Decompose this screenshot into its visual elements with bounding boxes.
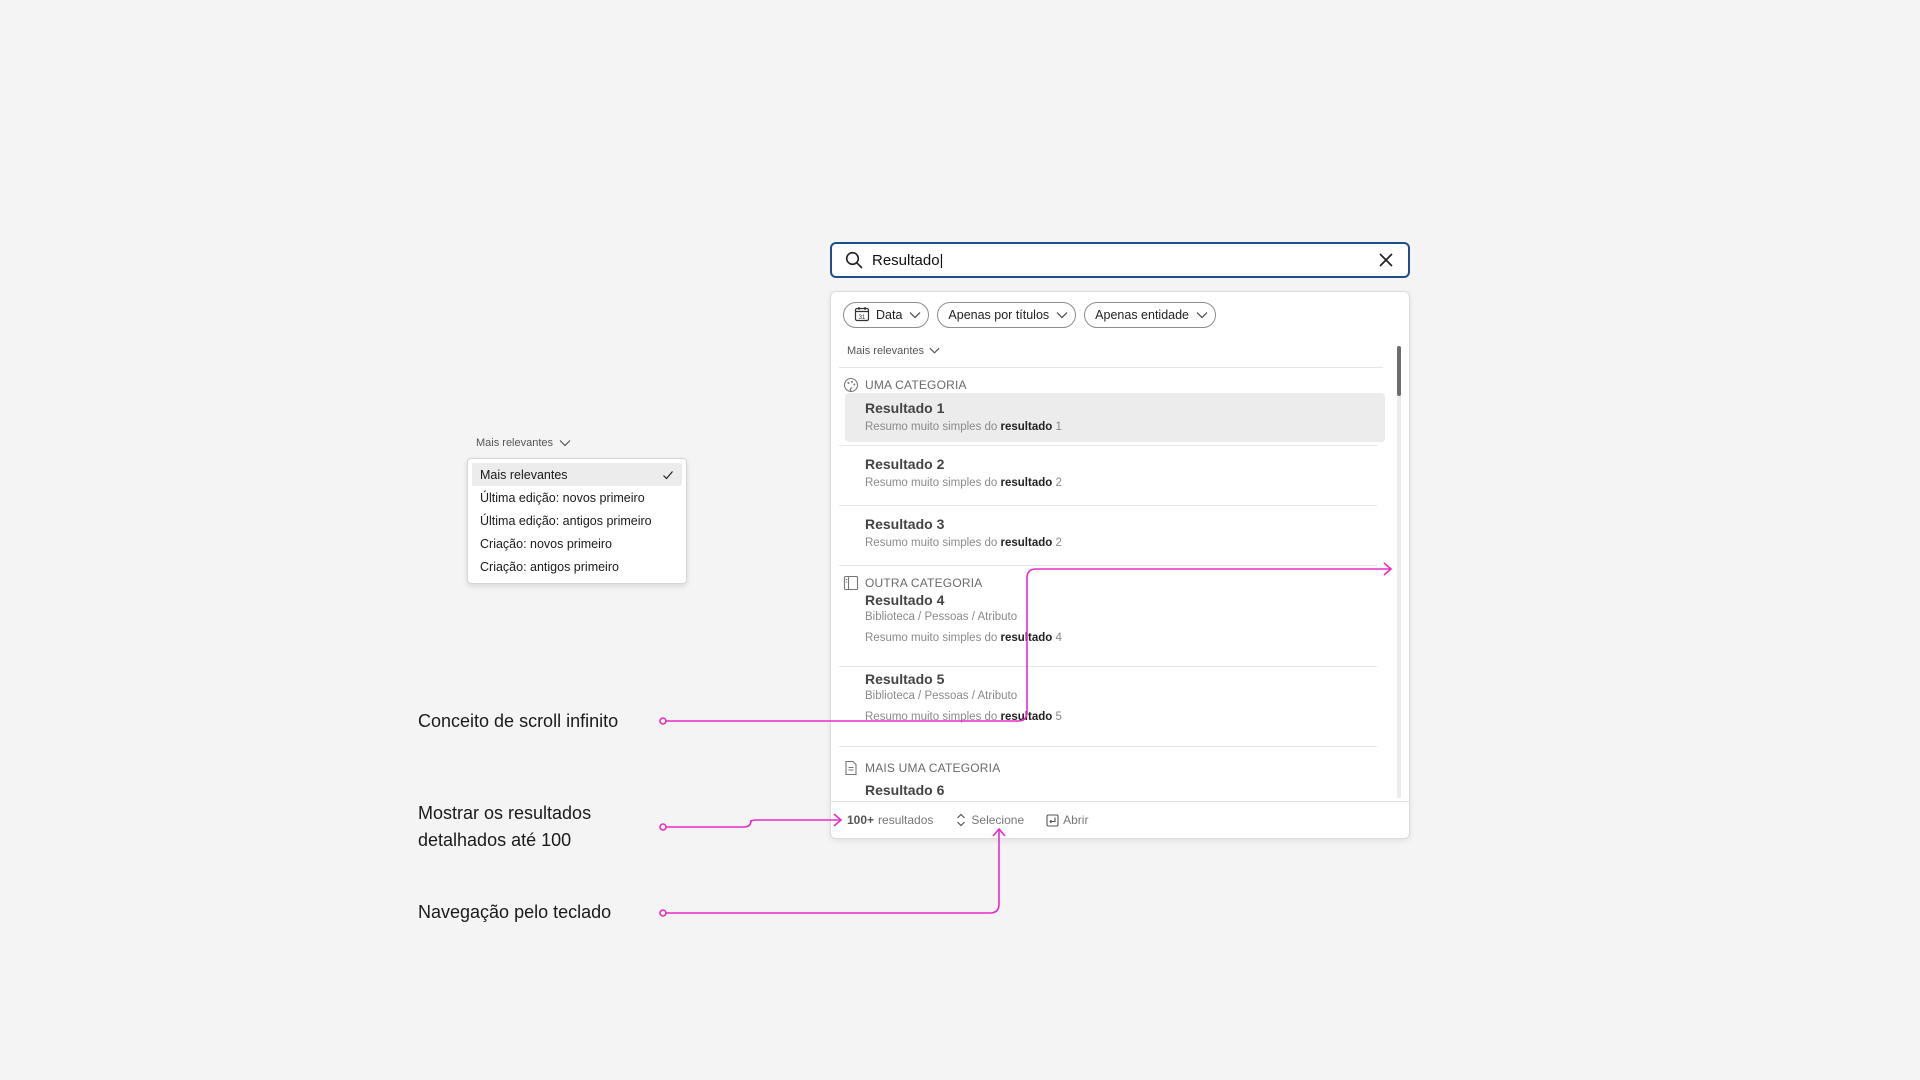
divider [839, 666, 1377, 667]
scrollbar-track[interactable] [1397, 346, 1401, 798]
result-path: Biblioteca / Pessoas / Atributo [865, 611, 1018, 623]
open-hint-label: Abrir [1063, 813, 1089, 827]
result-title: Resultado 1 [865, 400, 945, 416]
divider [839, 505, 1377, 506]
sort-option-created-oldest[interactable]: Criação: antigos primeiro [472, 555, 682, 578]
result-summary: Resumo muito simples do resultado 4 [865, 632, 1062, 644]
annotation-dot [659, 717, 667, 725]
result-summary: Resumo muito simples do resultado 5 [865, 711, 1062, 723]
book-icon [843, 575, 859, 591]
sort-option-edit-newest[interactable]: Última edição: novos primeiro [472, 486, 682, 509]
result-title: Resultado 4 [865, 592, 945, 608]
check-icon [663, 470, 673, 479]
sort-label: Mais relevantes [847, 344, 925, 357]
search-bar[interactable] [830, 242, 1410, 278]
result-path: Biblioteca / Pessoas / Atributo [865, 690, 1018, 702]
results-panel: 31 Data Apenas por títulos Apenas entida… [830, 291, 1410, 839]
result-summary: Resumo muito simples do resultado 1 [865, 421, 1062, 433]
divider [839, 565, 1377, 566]
annotation-connector [666, 830, 1000, 914]
annotation-dot [659, 823, 667, 831]
svg-text:31: 31 [859, 315, 866, 321]
result-title: Resultado 6 [865, 782, 945, 798]
result-title: Resultado 2 [865, 456, 945, 472]
annotation-results: Mostrar os resultados detalhados até 100 [418, 800, 591, 854]
result-summary: Resumo muito simples do resultado 2 [865, 537, 1062, 549]
document-icon [845, 760, 857, 776]
annotation-connector [666, 819, 840, 828]
search-input[interactable] [872, 246, 1376, 274]
select-hint-label: Selecione [971, 813, 1025, 827]
category-header: MAIS UMA CATEGORIA [843, 760, 1000, 776]
annotation-scroll: Conceito de scroll infinito [418, 711, 619, 731]
filter-titles-button[interactable]: Apenas por títulos [937, 302, 1077, 328]
filter-date-button[interactable]: 31 Data [843, 302, 930, 328]
enter-key-icon [1046, 813, 1059, 827]
sort-dropdown-trigger[interactable]: Mais relevantes [476, 436, 572, 450]
chevron-down-icon [909, 312, 921, 319]
close-icon[interactable] [1376, 250, 1396, 270]
result-item[interactable]: Resultado 5 Biblioteca / Pessoas / Atrib… [845, 668, 1385, 744]
annotation-results-line: detalhados até 100 [418, 830, 572, 850]
chevron-down-icon [1196, 312, 1208, 319]
chevron-down-icon [559, 440, 571, 447]
filter-titles-label: Apenas por títulos [948, 308, 1050, 322]
palette-icon [843, 377, 859, 393]
divider [839, 746, 1377, 747]
category-header: OUTRA CATEGORIA [843, 575, 982, 591]
sort-option-label: Última edição: novos primeiro [480, 490, 645, 505]
annotation-dot [659, 909, 667, 917]
chevron-down-icon [929, 347, 940, 354]
filter-date-label: Data [876, 308, 903, 322]
results-count: 100+ resultados [847, 813, 934, 827]
category-label: OUTRA CATEGORIA [865, 576, 983, 590]
sort-option-created-newest[interactable]: Criação: novos primeiro [472, 532, 682, 555]
sort-option-label: Criação: antigos primeiro [480, 559, 619, 574]
result-item[interactable]: Resultado 3 Resumo muito simples do resu… [845, 507, 1385, 563]
results-list: UMA CATEGORIA Resultado 1 Resumo muito s… [831, 368, 1387, 798]
result-item[interactable]: Resultado 6 [845, 780, 1385, 798]
result-item[interactable]: Resultado 2 Resumo muito simples do resu… [845, 447, 1385, 503]
calendar-icon: 31 [854, 306, 870, 325]
up-down-arrows-icon [957, 813, 966, 827]
annotation-results-line: Mostrar os resultados [418, 803, 592, 823]
result-item[interactable]: Resultado 1 Resumo muito simples do resu… [845, 393, 1385, 442]
chevron-down-icon [1056, 312, 1068, 319]
filter-entity-button[interactable]: Apenas entidade [1084, 302, 1217, 328]
filter-entity-label: Apenas entidade [1095, 308, 1190, 322]
filter-bar: 31 Data Apenas por títulos Apenas entida… [843, 302, 1217, 328]
result-item[interactable]: Resultado 4 Biblioteca / Pessoas / Atrib… [845, 590, 1385, 656]
category-label: UMA CATEGORIA [865, 378, 967, 392]
sort-button[interactable]: Mais relevantes [847, 344, 941, 357]
result-title: Resultado 5 [865, 671, 945, 687]
category-header: UMA CATEGORIA [843, 377, 967, 393]
scrollbar-thumb[interactable] [1397, 346, 1401, 396]
open-hint: Abrir [1046, 813, 1088, 827]
result-summary: Resumo muito simples do resultado 2 [865, 477, 1062, 489]
sort-label: Mais relevantes [476, 437, 554, 449]
search-icon [844, 250, 864, 270]
sort-option-label: Mais relevantes [480, 467, 568, 482]
sort-option-relevance[interactable]: Mais relevantes [472, 463, 682, 486]
divider [839, 445, 1377, 446]
sort-dropdown-menu: Mais relevantes Última edição: novos pri… [467, 458, 687, 584]
select-hint: Selecione [955, 813, 1024, 827]
result-title: Resultado 3 [865, 516, 945, 532]
sort-option-edit-oldest[interactable]: Última edição: antigos primeiro [472, 509, 682, 532]
sort-option-label: Criação: novos primeiro [480, 536, 612, 551]
results-footer: 100+ resultados Selecione Abrir [831, 801, 1409, 838]
annotation-keyboard: Navegação pelo teclado [418, 902, 612, 922]
category-label: MAIS UMA CATEGORIA [865, 761, 1001, 775]
sort-option-label: Última edição: antigos primeiro [480, 513, 652, 528]
